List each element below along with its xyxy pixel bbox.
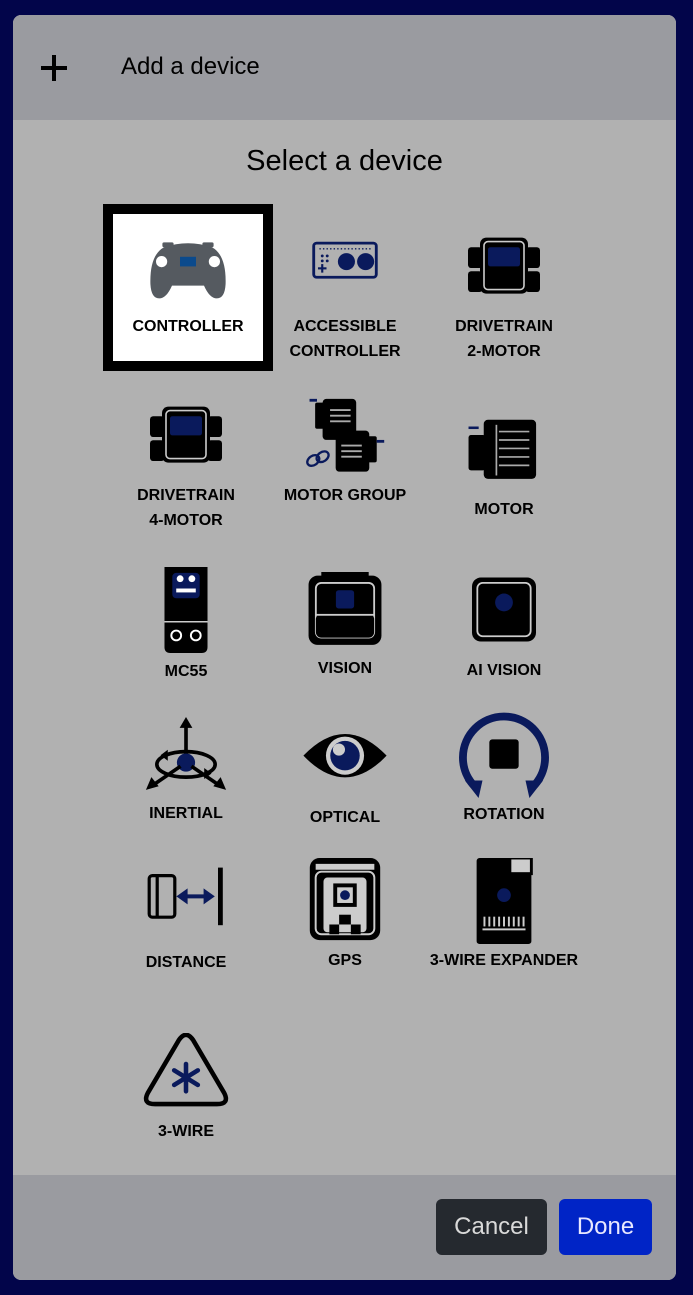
controller-icon [150,242,226,299]
accessible-controller-icon [312,241,378,279]
device-tile-inertial[interactable]: INERTIAL [111,717,261,826]
device-label: INERTIAL [149,805,223,822]
device-tile-3-wire[interactable]: 3-WIRE [111,1033,261,1144]
device-tile-mc55[interactable]: MC55 [111,567,261,684]
device-tile-vision[interactable]: VISION [270,572,420,681]
device-label: OPTICAL [309,809,381,826]
device-tile-accessible-controller[interactable]: ACCESSIBLE CONTROLLER [270,236,420,364]
device-tile-3-wire-expander[interactable]: 3-WIRE EXPANDER [429,858,579,973]
distance-icon [147,867,223,926]
device-tile-controller[interactable]: CONTROLLER [103,204,273,371]
cancel-button[interactable]: Cancel [436,1199,547,1255]
rotation-icon [459,712,549,799]
device-label: MOTOR GROUP [283,487,407,504]
device-label: DRIVETRAIN 4-MOTOR [137,487,235,529]
device-label: DISTANCE [145,954,227,971]
device-grid: CONTROLLER ACCESSIBLE CONTROLLER DRIVETR… [13,15,676,1175]
device-tile-rotation[interactable]: ROTATION [429,712,579,827]
drivetrain-2-motor-icon [468,237,540,294]
motor-group-icon [306,398,385,472]
gps-icon [309,858,381,941]
ai-vision-icon [472,577,536,642]
device-label: ACCESSIBLE CONTROLLER [289,318,401,360]
device-tile-drivetrain-2-motor[interactable]: DRIVETRAIN 2-MOTOR [429,236,579,364]
motor-icon [468,419,537,479]
device-label: 3-WIRE [158,1123,214,1140]
inertial-icon [145,717,227,790]
device-tile-ai-vision[interactable]: AI VISION [429,574,579,683]
device-label: VISION [317,660,373,677]
done-button[interactable]: Done [559,1199,652,1255]
device-label: ROTATION [463,806,545,823]
device-label: MC55 [164,663,208,680]
mc55-icon [164,567,208,654]
device-tile-gps[interactable]: GPS [270,858,420,973]
device-label: MOTOR [474,501,534,518]
device-tile-optical[interactable]: OPTICAL [270,721,420,830]
optical-icon [303,734,387,778]
device-label: GPS [328,952,362,969]
dialog-footer: Cancel Done [13,1175,676,1280]
device-tile-drivetrain-4-motor[interactable]: DRIVETRAIN 4-MOTOR [111,405,261,533]
device-label: AI VISION [466,662,542,679]
3-wire-icon [143,1033,229,1107]
drivetrain-4-motor-icon [150,406,222,463]
3-wire-expander-icon [476,858,533,945]
device-label: 3-WIRE EXPANDER [429,952,579,969]
add-device-dialog: Add a device Select a device CONTROLLER [13,15,676,1280]
vision-icon [308,572,382,645]
device-tile-motor-group[interactable]: MOTOR GROUP [270,397,420,508]
device-label: DRIVETRAIN 2-MOTOR [455,318,553,360]
device-tile-motor[interactable]: MOTOR [429,413,579,522]
device-tile-distance[interactable]: DISTANCE [111,866,261,975]
device-label: CONTROLLER [132,318,244,335]
